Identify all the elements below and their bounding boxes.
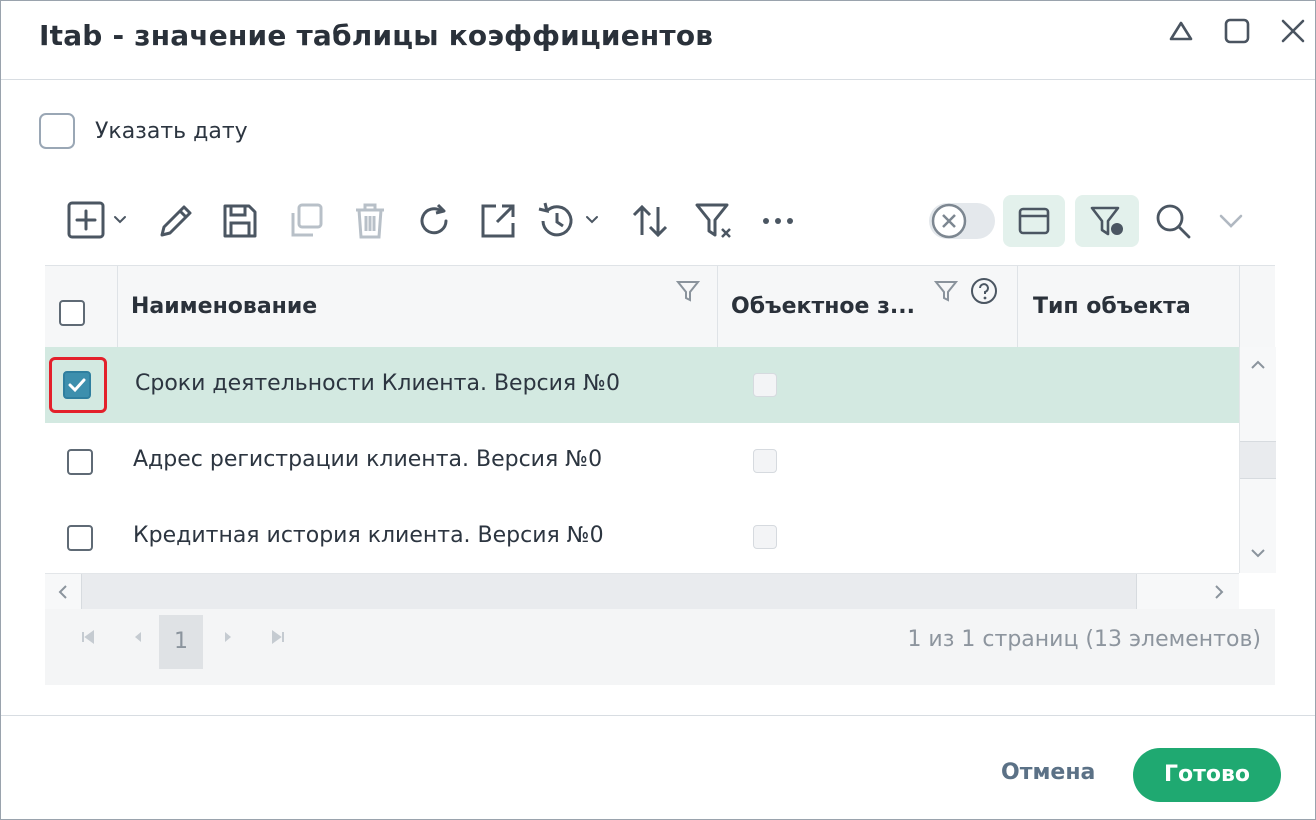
refresh-button[interactable] <box>409 191 459 251</box>
next-page-icon <box>225 632 231 642</box>
last-page-button[interactable] <box>263 609 293 665</box>
filter-icon[interactable] <box>933 278 959 304</box>
more-button[interactable] <box>751 191 805 251</box>
row-name: Адрес регистрации клиента. Версия №0 <box>133 447 603 472</box>
export-button[interactable] <box>473 191 523 251</box>
toolbar-expand-button[interactable] <box>1209 195 1253 247</box>
column-type-label: Тип объекта <box>1033 294 1191 319</box>
edit-icon <box>160 205 192 237</box>
delete-button[interactable] <box>345 191 395 251</box>
last-page-icon <box>272 630 284 644</box>
refresh-icon <box>420 203 448 235</box>
select-all-cell <box>45 266 118 348</box>
specify-date-checkbox[interactable] <box>39 113 75 149</box>
column-name-label: Наименование <box>131 294 318 319</box>
table-row[interactable]: Сроки деятельности Клиента. Версия №0 <box>45 347 1239 424</box>
row-checkbox[interactable] <box>67 525 93 551</box>
window-icon <box>1018 207 1050 235</box>
history-icon <box>538 202 598 237</box>
copy-button[interactable] <box>281 191 331 251</box>
scroll-left-icon[interactable] <box>53 582 73 602</box>
row-checkbox-checked[interactable] <box>63 371 91 399</box>
filter-settings-button[interactable] <box>1075 195 1139 247</box>
scroll-down-icon[interactable] <box>1248 543 1268 563</box>
pager-info: 1 из 1 страниц (13 элементов) <box>907 627 1261 652</box>
delete-icon <box>356 203 384 239</box>
clear-filter-icon <box>695 203 731 238</box>
clear-filter-button[interactable] <box>689 191 739 251</box>
row-object-checkbox <box>753 525 777 549</box>
history-button[interactable] <box>535 191 609 251</box>
data-grid: Наименование Объектное з... Тип объекта <box>45 265 1276 685</box>
first-page-button[interactable] <box>73 609 103 665</box>
vertical-scroll-thumb[interactable] <box>1240 441 1276 479</box>
maximize-icon[interactable] <box>1221 15 1253 47</box>
export-icon <box>481 204 515 238</box>
specify-date-label: Указать дату <box>95 119 248 144</box>
window-view-button[interactable] <box>1003 195 1065 247</box>
sort-icon <box>632 204 668 238</box>
minimize-icon[interactable] <box>1165 15 1197 47</box>
column-type-header[interactable]: Тип объекта <box>1017 266 1240 348</box>
first-page-icon <box>82 630 94 644</box>
scroll-up-icon[interactable] <box>1248 355 1268 375</box>
add-button[interactable] <box>65 191 135 251</box>
filter-settings-icon <box>1090 206 1123 236</box>
dialog-footer: Отмена Готово <box>1 715 1315 820</box>
add-icon <box>67 201 126 239</box>
scroll-right-icon[interactable] <box>1209 582 1229 602</box>
dialog-title: Itab - значение таблицы коэффициентов <box>39 19 714 52</box>
column-name-header[interactable]: Наименование <box>117 266 718 348</box>
row-name: Сроки деятельности Клиента. Версия №0 <box>135 371 621 396</box>
clear-toggle[interactable] <box>927 191 999 251</box>
previous-page-button[interactable] <box>123 609 153 665</box>
row-object-checkbox <box>753 449 777 473</box>
vertical-scrollbar[interactable] <box>1239 347 1276 573</box>
table-row[interactable]: Адрес регистрации клиента. Версия №0 <box>45 423 1239 500</box>
horizontal-scroll-thumb[interactable] <box>81 574 1137 610</box>
previous-page-icon <box>135 632 141 642</box>
grid-header: Наименование Объектное з... Тип объекта <box>45 265 1275 349</box>
row-object-checkbox <box>753 373 777 397</box>
search-icon <box>1156 204 1191 239</box>
dialog: Itab - значение таблицы коэффициентов Ук… <box>0 0 1316 820</box>
sort-button[interactable] <box>625 191 675 251</box>
copy-icon <box>291 203 323 237</box>
next-page-button[interactable] <box>213 609 243 665</box>
select-all-checkbox[interactable] <box>59 300 85 326</box>
column-object-label: Объектное з... <box>731 294 915 319</box>
help-icon[interactable] <box>969 276 999 306</box>
save-icon <box>223 204 257 238</box>
pager: 1 1 из 1 страниц (13 элементов) <box>45 609 1275 685</box>
check-icon <box>68 378 86 393</box>
table-row[interactable]: Кредитная история клиента. Версия №0 <box>45 499 1239 574</box>
row-name: Кредитная история клиента. Версия №0 <box>133 523 604 548</box>
save-button[interactable] <box>215 191 265 251</box>
current-page[interactable]: 1 <box>159 615 203 669</box>
row-checkbox[interactable] <box>67 449 93 475</box>
toggle-clear-icon <box>929 203 995 239</box>
edit-button[interactable] <box>151 191 201 251</box>
more-icon <box>763 218 793 224</box>
filter-icon[interactable] <box>675 278 701 304</box>
cancel-button[interactable]: Отмена <box>1001 760 1095 785</box>
done-button[interactable]: Готово <box>1133 748 1281 802</box>
close-icon[interactable] <box>1277 15 1309 47</box>
title-bar: Itab - значение таблицы коэффициентов <box>1 1 1315 80</box>
search-button[interactable] <box>1143 195 1203 247</box>
horizontal-scrollbar[interactable] <box>45 573 1239 610</box>
column-object-header[interactable]: Объектное з... <box>717 266 1018 348</box>
chevron-down-icon <box>1219 214 1243 228</box>
